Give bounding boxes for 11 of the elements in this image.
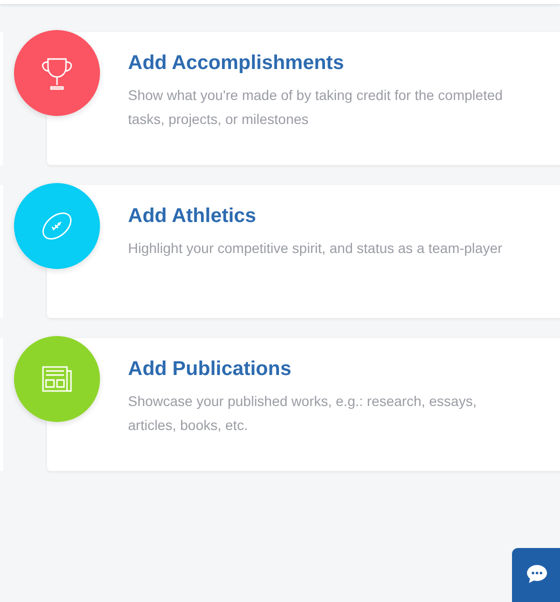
section-card[interactable]: Add Accomplishments Show what you're made of by taking credit for the completed tasks, projects, or milestones <box>47 32 560 165</box>
card-description: Highlight your competitive spirit, and status as a team-player <box>128 239 504 258</box>
chat-button[interactable] <box>512 548 560 602</box>
section-card[interactable]: Add Athletics Highlight your competitive spirit, and status as a team-player <box>47 185 560 318</box>
section-card[interactable]: Add Publications Showcase your published works, e.g.: research, essays, articles, books, etc. <box>47 338 560 471</box>
chat-icon <box>526 564 548 584</box>
card-title: Add Athletics <box>128 205 258 228</box>
card-title: Add Publications <box>128 358 292 381</box>
card-title: Add Accomplishments <box>128 52 345 75</box>
card-description: Showcase your published works, e.g.: research, essays, articles, books, etc. <box>128 392 478 435</box>
card-description: Show what you're made of by taking credit for the completed tasks, projects, or milestones <box>128 86 504 129</box>
